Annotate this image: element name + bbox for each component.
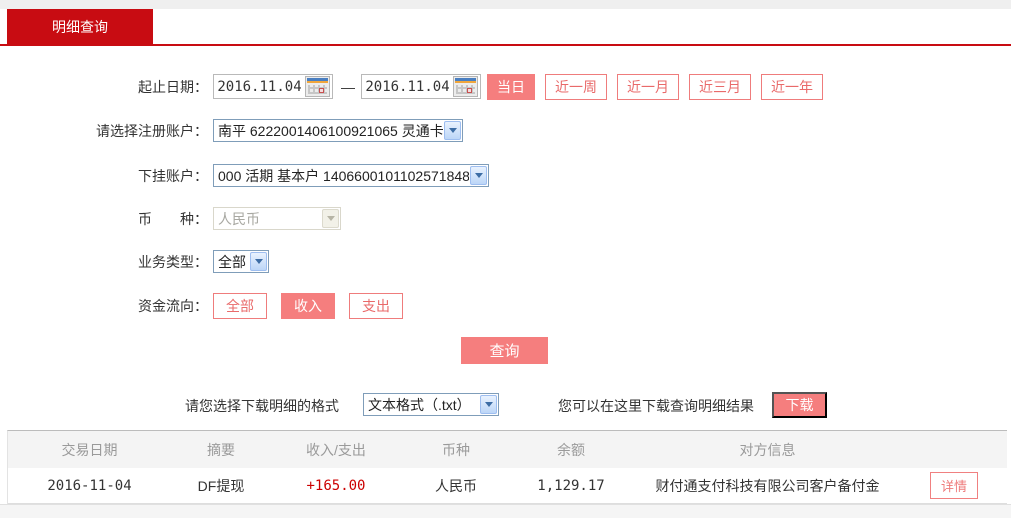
quick-range-week-button[interactable]: 近一周 [545,73,607,100]
business-type-select[interactable]: 全部 [213,250,269,273]
detail-button[interactable]: 详情 [929,472,978,499]
calendar-icon-bar [455,81,476,83]
download-format-value: 文本格式（.txt） [368,396,471,413]
chevron-down-icon [480,395,497,414]
header-counterparty: 对方信息 [739,441,796,458]
table-row: 2016-11-04 DF提现 +165.00 人民币 1,129.17 财付通… [8,468,1007,504]
fund-flow-expense-button[interactable]: 支出 [349,292,403,319]
quick-range-today-button[interactable]: 当日 [487,73,535,100]
calendar-icon-grid [308,85,327,94]
header-currency: 币种 [442,441,470,458]
date-range-label: 起止日期： [138,78,208,95]
sub-account-value: 000 活期 基本户 1406600101102571848 [218,167,469,184]
chevron-down-icon [250,252,267,271]
quick-range-quarter-button[interactable]: 近三月 [689,73,751,100]
download-hint-text: 您可以在这里下载查询明细结果 [558,398,754,414]
cell-currency: 人民币 [435,477,477,494]
cell-balance: 1,129.17 [537,477,605,494]
register-account-select[interactable]: 南平 6222001406100921065 灵通卡 [213,119,463,142]
calendar-icon-marker [319,88,324,93]
currency-label: 币 种： [138,210,208,227]
date-range-row: 起止日期： 2016.11.04 — 2016.11.04 当日 近一周 近一月… [0,73,823,100]
download-format-select[interactable]: 文本格式（.txt） [363,393,499,416]
tab-underline [0,44,1011,46]
sub-account-row: 下挂账户： 000 活期 基本户 1406600101102571848 [0,164,489,187]
currency-row: 币 种： 人民币 [0,207,341,230]
currency-value: 人民币 [218,210,260,227]
date-separator: — [341,78,355,95]
query-button[interactable]: 查询 [461,337,548,364]
business-type-label: 业务类型： [138,253,208,270]
cell-summary: DF提现 [197,477,245,494]
calendar-icon[interactable] [453,76,478,97]
business-type-value: 全部 [218,253,246,270]
quick-range-month-button[interactable]: 近一月 [617,73,679,100]
register-account-row: 请选择注册账户： 南平 6222001406100921065 灵通卡 [0,119,463,142]
bottom-strip [0,504,1011,518]
calendar-icon-bar [307,81,328,83]
cell-amount: +165.00 [306,477,366,494]
fund-flow-income-button[interactable]: 收入 [281,292,335,319]
cell-counterparty: 财付通支付科技有限公司客户备付金 [655,477,880,494]
cell-action: 详情 [904,472,1004,499]
chevron-down-icon [470,166,487,185]
start-date-value: 2016.11.04 [217,78,302,95]
header-summary: 摘要 [207,441,235,458]
results-table: 交易日期 摘要 收入/支出 币种 余额 对方信息 2016-11-04 DF提现… [7,430,1007,504]
top-strip [0,0,1011,9]
end-date-input[interactable]: 2016.11.04 [361,74,481,99]
calendar-icon[interactable] [305,76,330,97]
calendar-icon-grid [456,85,475,94]
register-account-label: 请选择注册账户： [96,122,208,139]
end-date-value: 2016.11.04 [365,78,450,95]
sub-account-label: 下挂账户： [138,167,208,184]
fund-flow-label: 资金流向： [138,297,208,314]
quick-range-year-button[interactable]: 近一年 [761,73,823,100]
detail-query-page: 明细查询 起止日期： 2016.11.04 — 2016.11.04 当日 近一… [0,0,1011,518]
currency-select: 人民币 [213,207,341,230]
register-account-value: 南平 6222001406100921065 灵通卡 [218,122,443,139]
cell-date: 2016-11-04 [47,477,132,494]
chevron-down-icon [322,209,339,228]
chevron-down-icon [444,121,461,140]
sub-account-select[interactable]: 000 活期 基本户 1406600101102571848 [213,164,489,187]
table-header-row: 交易日期 摘要 收入/支出 币种 余额 对方信息 [8,431,1007,468]
header-balance: 余额 [557,441,585,458]
download-format-label: 请您选择下载明细的格式 [185,398,339,414]
fund-flow-all-button[interactable]: 全部 [213,292,267,319]
start-date-input[interactable]: 2016.11.04 [213,74,333,99]
calendar-icon-marker [467,88,472,93]
download-button[interactable]: 下载 [772,392,827,418]
header-date: 交易日期 [61,441,118,458]
fund-flow-row: 资金流向： 全部 收入 支出 [0,292,403,319]
header-amount: 收入/支出 [306,441,366,458]
business-type-row: 业务类型： 全部 [0,250,269,273]
tab-detail-query[interactable]: 明细查询 [7,9,153,44]
